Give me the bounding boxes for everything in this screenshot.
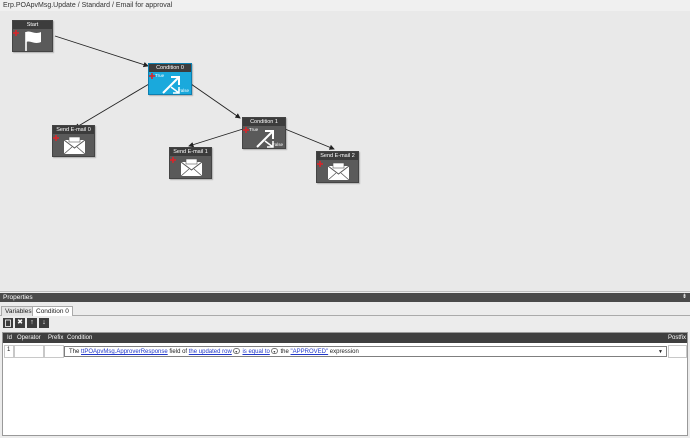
node-title: Condition 1 <box>243 118 285 126</box>
properties-panel-header: Properties ⇟ <box>0 293 690 302</box>
node-title: Send E-mail 0 <box>53 126 94 134</box>
arrow-up-icon: ↑ <box>30 319 34 326</box>
condition-text: The <box>69 349 80 355</box>
envelope-icon <box>327 162 350 181</box>
column-header-id[interactable]: Id <box>7 333 12 343</box>
pin-icon[interactable]: ⇟ <box>682 293 687 302</box>
start-node[interactable]: Start <box>12 20 53 52</box>
node-title: Start <box>13 21 52 29</box>
red-plus-marker-icon <box>53 135 59 141</box>
tab-variables[interactable]: Variables <box>1 306 36 316</box>
postfix-cell[interactable] <box>668 345 687 358</box>
false-branch-label: False <box>271 142 283 147</box>
condition-0-node[interactable]: Condition 0 True False <box>148 63 192 95</box>
send-email-0-node[interactable]: Send E-mail 0 <box>52 125 95 157</box>
send-email-1-node[interactable]: Send E-mail 1 <box>169 147 212 179</box>
condition-expression-field[interactable]: The ttPOApvMsg.ApproverResponse field of… <box>64 346 667 357</box>
arrow-down-icon: ↓ <box>42 319 46 326</box>
new-row-button[interactable] <box>3 318 13 328</box>
column-header-operator[interactable]: Operator <box>17 333 41 343</box>
properties-title: Properties <box>3 294 33 301</box>
move-down-button[interactable]: ↓ <box>39 318 49 328</box>
send-email-2-node[interactable]: Send E-mail 2 <box>316 151 359 183</box>
move-up-button[interactable]: ↑ <box>27 318 37 328</box>
condition-1-node[interactable]: Condition 1 True False <box>242 117 286 149</box>
column-header-prefix[interactable]: Prefix <box>48 333 63 343</box>
connector-condition0-email0 <box>74 83 150 129</box>
table-row[interactable]: 1 The ttPOApvMsg.ApproverResponse field … <box>3 345 687 358</box>
row-dropdown-icon[interactable]: ▾ <box>232 348 240 355</box>
connector-condition1-email2 <box>284 128 335 150</box>
true-branch-label: True <box>249 127 259 132</box>
red-plus-marker-icon <box>13 30 19 36</box>
properties-tabs: Variables Condition 0 <box>0 305 690 316</box>
field-link[interactable]: ttPOApvMsg.ApproverResponse <box>81 349 168 355</box>
delete-row-button[interactable]: ✖ <box>15 318 25 328</box>
connector-condition0-condition1 <box>190 83 241 119</box>
prefix-cell[interactable] <box>44 345 64 358</box>
new-row-icon <box>5 319 11 327</box>
flag-icon <box>25 31 41 51</box>
envelope-icon <box>63 136 86 155</box>
column-header-postfix[interactable]: Postfix <box>668 333 686 343</box>
condition-grid: Id Operator Prefix Condition Postfix 1 T… <box>2 332 688 436</box>
false-branch-label: False <box>177 88 189 93</box>
connector-start-condition0 <box>54 35 149 68</box>
condition-text: the <box>280 349 289 355</box>
node-title: Send E-mail 2 <box>317 152 358 160</box>
workflow-canvas[interactable]: Start Condition 0 True False Send E-mail… <box>0 11 690 292</box>
tab-condition-0[interactable]: Condition 0 <box>32 306 73 316</box>
chevron-down-icon[interactable]: ▼ <box>658 347 663 356</box>
condition-text: expression <box>329 349 359 355</box>
comparison-link[interactable]: is equal to <box>242 349 269 355</box>
operator-cell[interactable] <box>14 345 44 358</box>
red-plus-marker-icon <box>170 157 176 163</box>
node-title: Send E-mail 1 <box>170 148 211 156</box>
delete-icon: ✖ <box>17 319 23 326</box>
true-branch-label: True <box>155 73 165 78</box>
node-title: Condition 0 <box>149 64 191 72</box>
comparison-dropdown-icon[interactable]: ▾ <box>270 348 278 355</box>
value-link[interactable]: "APPROVED" <box>291 349 329 355</box>
row-id-cell: 1 <box>4 345 14 358</box>
condition-text: field of <box>169 349 188 355</box>
column-header-condition[interactable]: Condition <box>67 333 92 343</box>
grid-header: Id Operator Prefix Condition Postfix <box>3 333 687 343</box>
row-link[interactable]: the updated row <box>189 349 232 355</box>
breadcrumb: Erp.POApvMsg.Update / Standard / Email f… <box>0 0 690 11</box>
connector-condition1-email1 <box>188 128 244 148</box>
envelope-icon <box>180 158 203 177</box>
red-plus-marker-icon <box>317 161 323 167</box>
